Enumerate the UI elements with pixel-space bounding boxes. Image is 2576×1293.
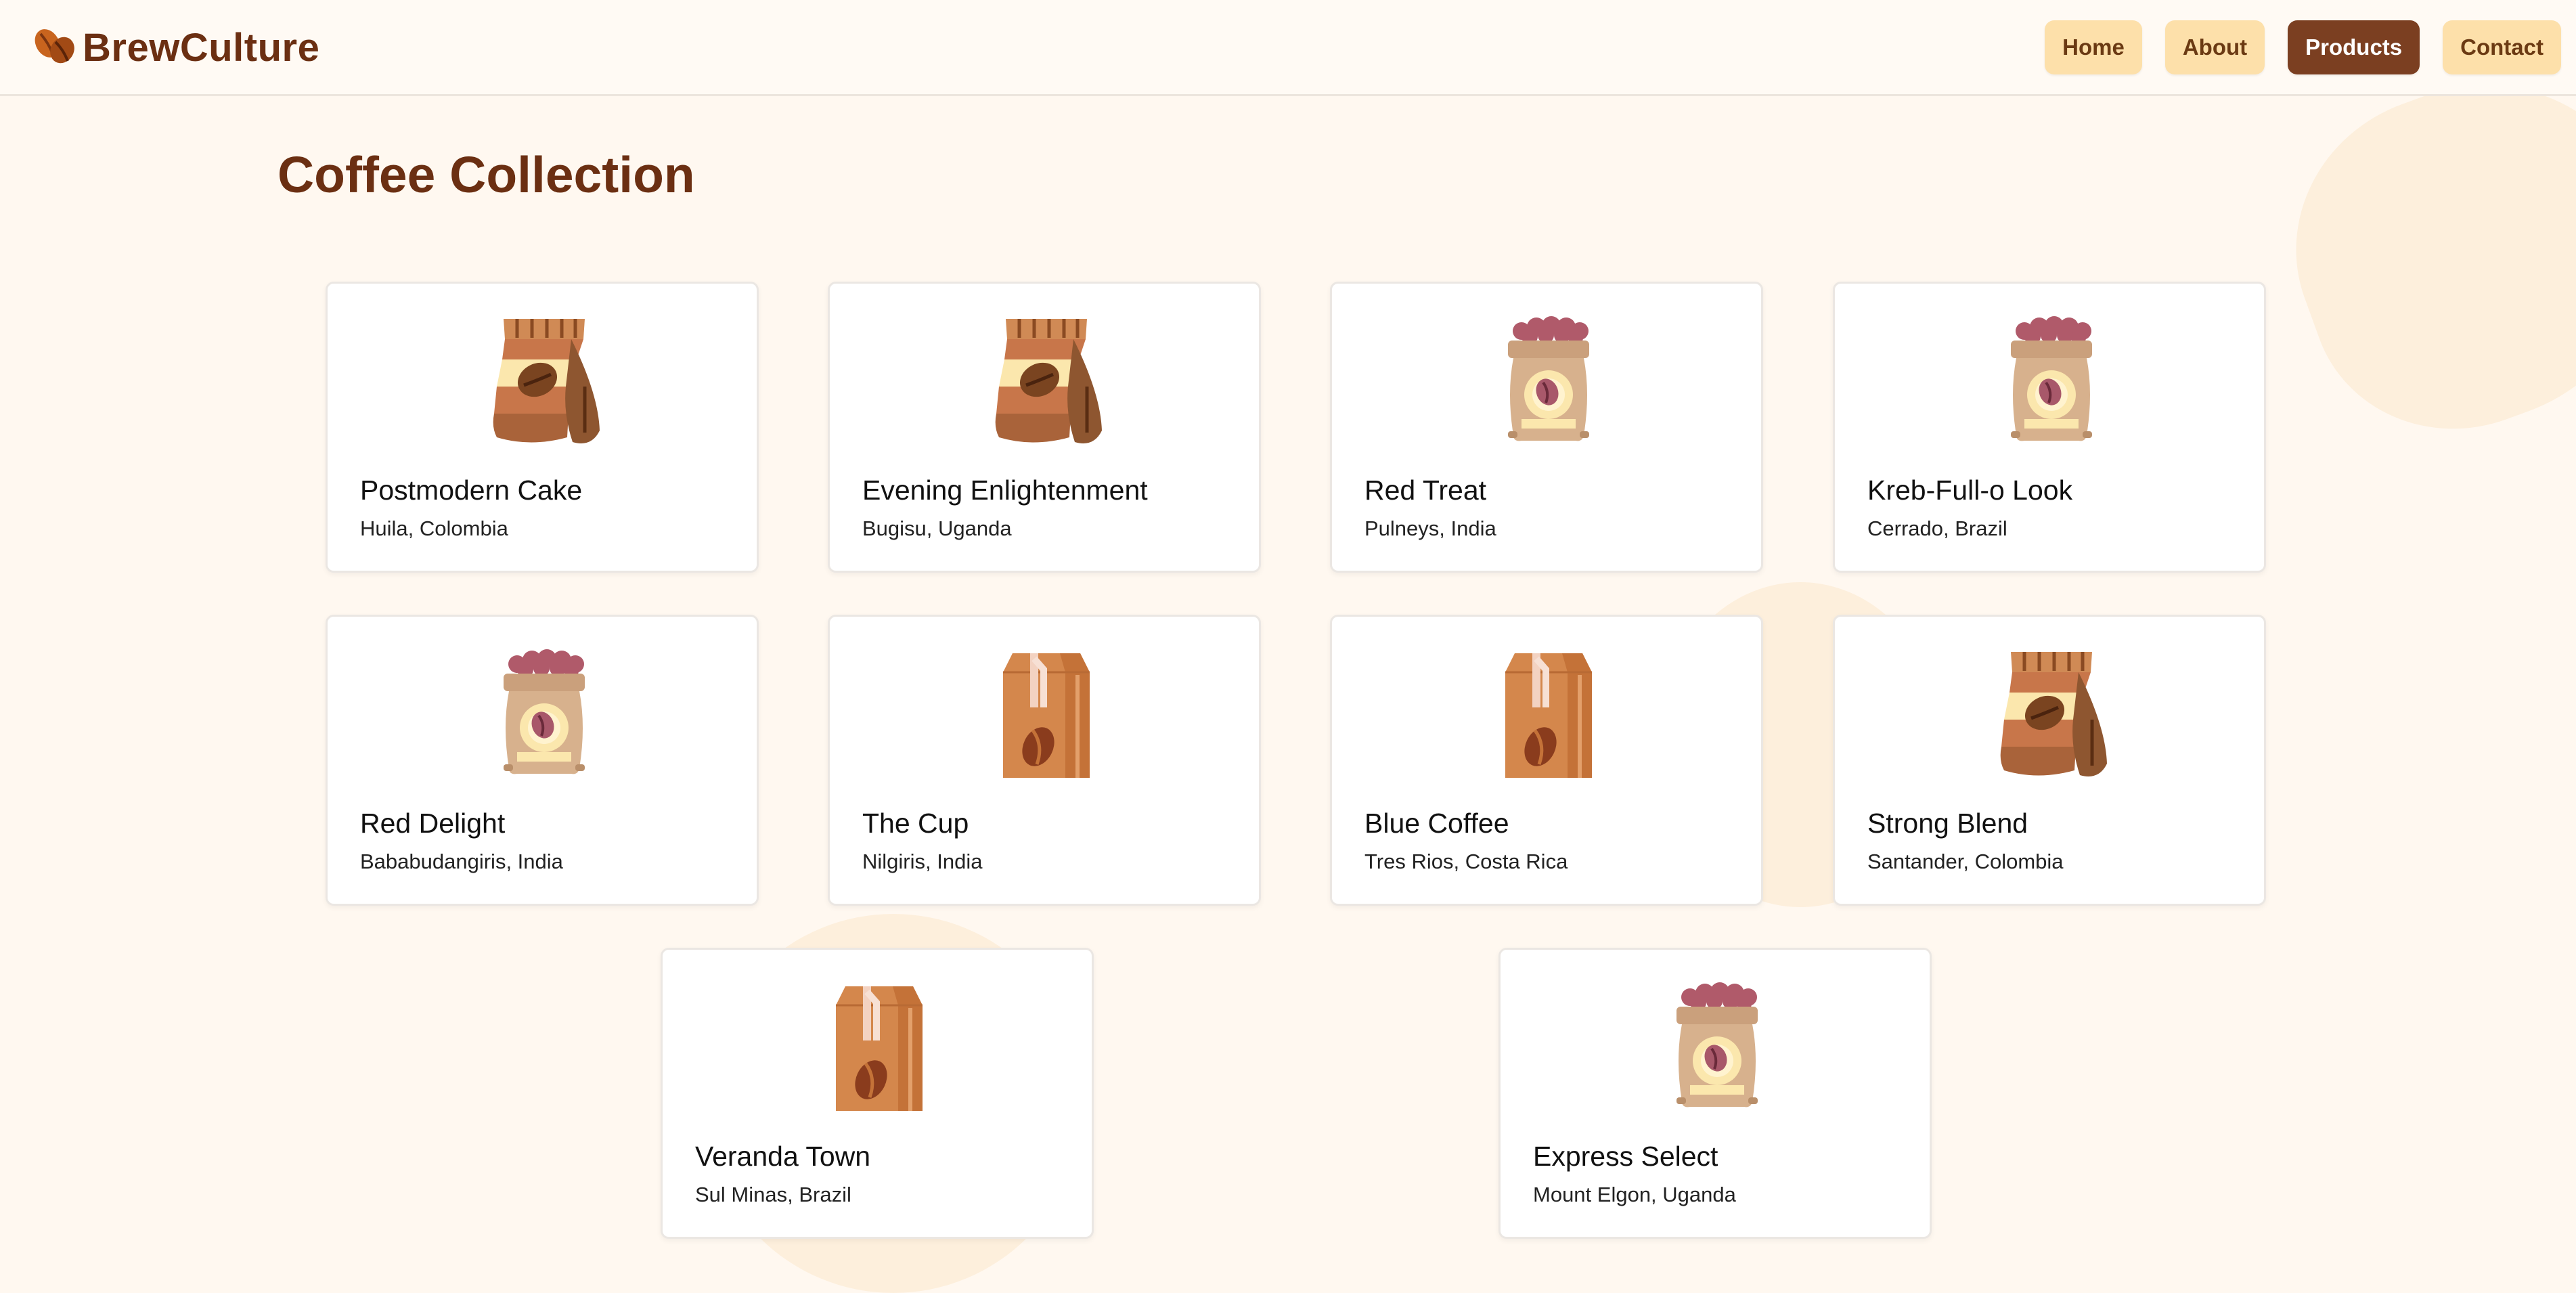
product-card[interactable]: Evening Enlightenment Bugisu, Uganda [828, 282, 1261, 573]
brand-logo[interactable]: BrewCulture [32, 23, 319, 72]
product-image [1984, 645, 2119, 781]
coffee-sack-icon [1481, 316, 1616, 450]
product-image [476, 312, 612, 447]
product-name: Evening Enlightenment [862, 475, 1148, 506]
product-name: Red Delight [360, 808, 506, 839]
product-image [979, 645, 1114, 781]
coffee-box-icon [1481, 653, 1616, 783]
brand-name: BrewCulture [83, 25, 320, 70]
coffee-beans-icon [32, 26, 83, 70]
product-origin: Cerrado, Brazil [1867, 517, 2007, 540]
product-origin: Bababudangiris, India [360, 850, 563, 873]
background-blob [2253, 37, 2576, 470]
product-name: Red Treat [1364, 475, 1487, 506]
nav-contact-button[interactable]: Contact [2443, 20, 2561, 74]
product-image [1481, 645, 1616, 781]
striped-coffee-bag-icon [476, 319, 612, 450]
product-origin: Sul Minas, Brazil [695, 1183, 851, 1206]
product-origin: Nilgiris, India [862, 850, 983, 873]
striped-coffee-bag-icon [1984, 652, 2119, 783]
coffee-box-icon [979, 653, 1114, 783]
product-image [979, 312, 1114, 447]
product-name: Kreb-Full-o Look [1867, 475, 2073, 506]
coffee-sack-icon [1649, 982, 1785, 1116]
site-header: BrewCulture Home About Products Contact [0, 0, 2576, 96]
product-image [476, 645, 612, 781]
product-origin: Tres Rios, Costa Rica [1364, 850, 1568, 873]
product-image [812, 978, 947, 1114]
nav-about-button[interactable]: About [2164, 20, 2265, 74]
product-name: Express Select [1533, 1141, 1718, 1172]
product-name: Postmodern Cake [360, 475, 583, 506]
product-card[interactable]: Red Treat Pulneys, India [1330, 282, 1763, 573]
coffee-box-icon [812, 986, 947, 1116]
product-card[interactable]: Blue Coffee Tres Rios, Costa Rica [1330, 615, 1763, 906]
product-image [1984, 312, 2119, 447]
product-card[interactable]: Strong Blend Santander, Colombia [1833, 615, 2266, 906]
product-origin: Huila, Colombia [360, 517, 508, 540]
product-image [1649, 978, 1785, 1114]
product-card[interactable]: Veranda Town Sul Minas, Brazil [661, 948, 1094, 1239]
coffee-sack-icon [476, 649, 612, 783]
product-card[interactable]: Postmodern Cake Huila, Colombia [326, 282, 759, 573]
product-origin: Mount Elgon, Uganda [1533, 1183, 1736, 1206]
product-name: Strong Blend [1867, 808, 2028, 839]
product-card[interactable]: The Cup Nilgiris, India [828, 615, 1261, 906]
product-name: Veranda Town [695, 1141, 871, 1172]
product-card[interactable]: Express Select Mount Elgon, Uganda [1498, 948, 1932, 1239]
product-image [1481, 312, 1616, 447]
product-card[interactable]: Kreb-Full-o Look Cerrado, Brazil [1833, 282, 2266, 573]
nav-products-button[interactable]: Products [2288, 20, 2420, 74]
product-origin: Santander, Colombia [1867, 850, 2064, 873]
striped-coffee-bag-icon [979, 319, 1114, 450]
nav-home-button[interactable]: Home [2045, 20, 2142, 74]
main-nav: Home About Products Contact [2045, 20, 2561, 74]
product-card[interactable]: Red Delight Bababudangiris, India [326, 615, 759, 906]
product-name: Blue Coffee [1364, 808, 1509, 839]
page-title: Coffee Collection [277, 146, 695, 203]
product-name: The Cup [862, 808, 969, 839]
product-origin: Bugisu, Uganda [862, 517, 1012, 540]
coffee-sack-icon [1984, 316, 2119, 450]
product-origin: Pulneys, India [1364, 517, 1496, 540]
